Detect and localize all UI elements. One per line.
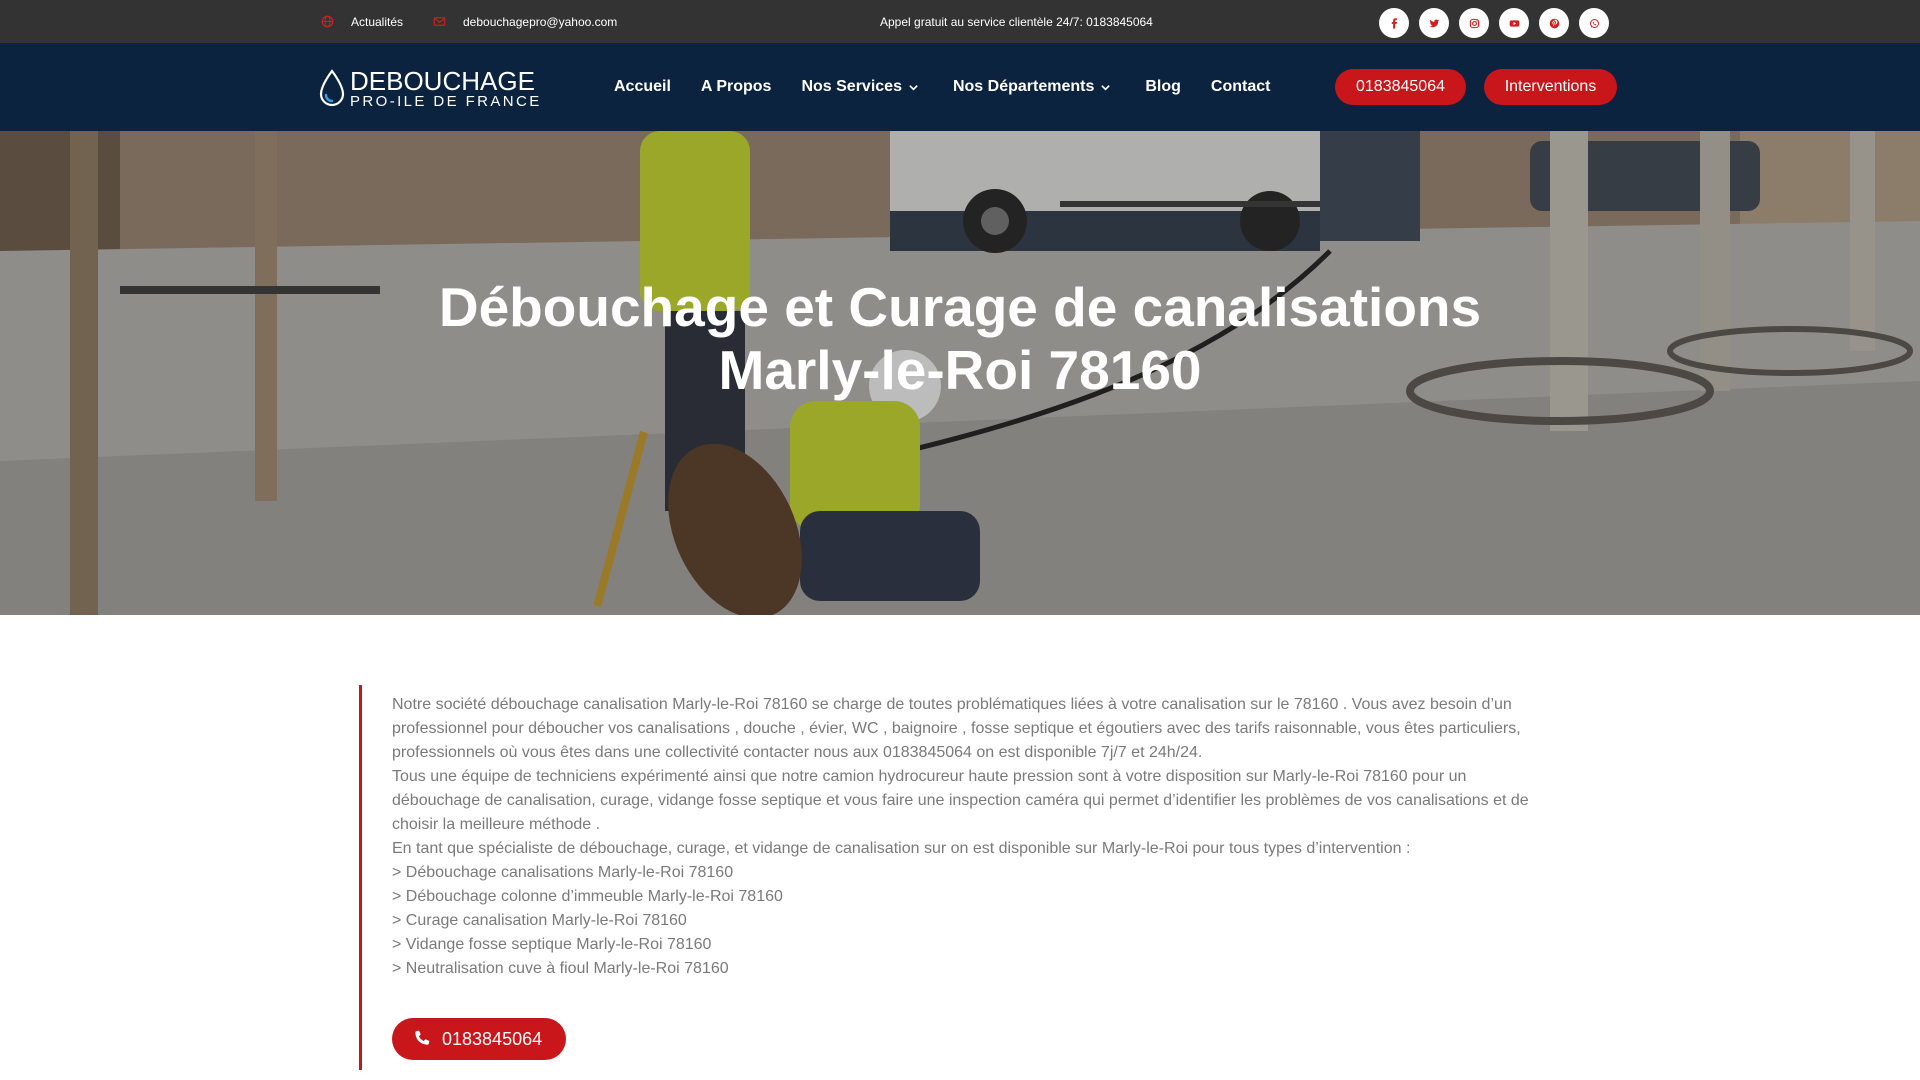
service-list-item: > Vidange fosse septique Marly-le-Roi 78… [392,936,712,953]
hero-title: Débouchage et Curage de canalisations Ma… [0,276,1920,402]
intro-section: Notre société débouchage canalisation Ma… [359,685,1559,1070]
chevron-down-icon [909,84,918,91]
pinterest-icon[interactable] [1539,8,1569,38]
hotline-text: Appel gratuit au service clientèle 24/7:… [880,14,1153,29]
news-label: Actualités [351,14,404,29]
nav-item-contact[interactable]: Contact [1211,78,1271,96]
main-nav: Accueil A Propos Nos Services Nos Départ… [614,73,1270,101]
site-logo[interactable]: DEBOUCHAGE PRO-ILE DE FRANCE [317,67,542,111]
globe-icon [320,15,334,29]
service-list-item: > Neutralisation cuve à fioul Marly-le-R… [392,960,729,977]
twitter-icon[interactable] [1419,8,1449,38]
nav-label: Accueil [614,78,671,95]
paragraph: Tous une équipe de techniciens expérimen… [392,768,1529,833]
youtube-icon[interactable] [1499,8,1529,38]
header-phone-button[interactable]: 0183845064 [1335,69,1466,105]
phone-icon [415,1030,430,1045]
nav-label: Nos Services [801,78,902,95]
envelope-icon [432,15,446,29]
social-links [1379,8,1609,38]
whatsapp-icon[interactable] [1579,8,1609,38]
hero-title-line-1: Débouchage et Curage de canalisations [438,276,1482,338]
nav-label: Blog [1145,78,1181,95]
hero-title-line-2: Marly-le-Roi 78160 [718,339,1202,401]
paragraph: Notre société débouchage canalisation Ma… [392,696,1521,761]
news-link[interactable]: Actualités [320,0,403,43]
instagram-icon[interactable] [1459,8,1489,38]
nav-label: A Propos [700,78,772,95]
nav-item-blog[interactable]: Blog [1145,78,1181,96]
nav-item-accueil[interactable]: Accueil [614,78,671,96]
chevron-down-icon [1101,84,1111,91]
email-link[interactable]: debouchagepro@yahoo.com [432,0,617,43]
call-button[interactable]: 0183845064 [392,1018,567,1060]
nav-label: Nos Départements [952,78,1095,95]
service-list-item: > Débouchage canalisations Marly-le-Roi … [392,864,734,881]
logo-line-2: PRO-ILE DE FRANCE [350,93,542,110]
nav-item-a-propos[interactable]: A Propos [701,78,772,96]
facebook-icon[interactable] [1379,8,1409,38]
paragraph: En tant que spécialiste de débouchage, c… [392,840,1411,857]
main-header: DEBOUCHAGE PRO-ILE DE FRANCE Accueil A P… [0,43,1920,131]
top-bar: Actualités debouchagepro@yahoo.com Appel… [0,0,1920,43]
nav-item-nos-services[interactable]: Nos Services [801,78,919,96]
email-text: debouchagepro@yahoo.com [463,14,618,29]
hero-banner: Débouchage et Curage de canalisations Ma… [0,131,1920,615]
water-drop-icon [319,69,345,107]
interventions-button[interactable]: Interventions [1484,69,1617,105]
nav-label: Contact [1210,78,1271,95]
service-list-item: > Débouchage colonne d’immeuble Marly-le… [392,888,783,905]
nav-item-nos-departements[interactable]: Nos Départements [953,78,1111,96]
logo-line-1: DEBOUCHAGE [350,66,535,96]
service-list-item: > Curage canalisation Marly-le-Roi 78160 [392,912,687,929]
logo-wordmark: DEBOUCHAGE PRO-ILE DE FRANCE [350,68,542,110]
intro-text: Notre société débouchage canalisation Ma… [392,693,1542,981]
call-button-label: 0183845064 [442,1028,543,1049]
